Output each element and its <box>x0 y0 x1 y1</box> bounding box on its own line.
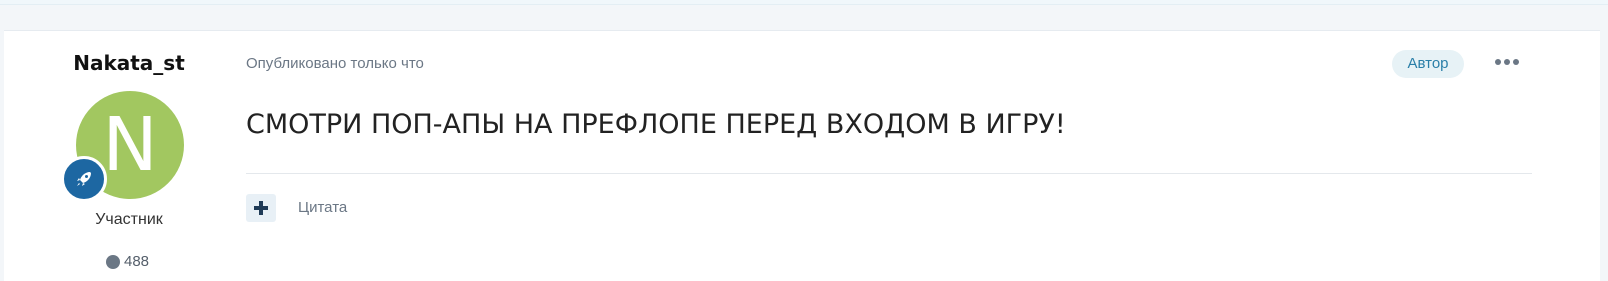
comment-icon <box>106 254 120 269</box>
divider <box>246 173 1532 174</box>
quote-button[interactable]: Цитата <box>298 199 347 216</box>
author-rank-title: Участник <box>95 211 163 228</box>
plus-icon <box>254 201 268 215</box>
post-count-value: 488 <box>124 253 150 270</box>
multiquote-button[interactable] <box>246 194 276 222</box>
post-date-link[interactable]: Опубликовано только что <box>246 55 424 72</box>
author-badge: Автор <box>1392 50 1464 78</box>
ellipsis-icon <box>1513 59 1519 65</box>
rocket-icon <box>77 172 91 186</box>
author-name-link[interactable]: Nakata_st <box>4 51 254 75</box>
author-panel: Nakata_st N Участник 488 <box>4 31 254 271</box>
previous-post-edge <box>0 0 1608 5</box>
more-options-button[interactable] <box>1492 49 1522 75</box>
rank-badge[interactable] <box>61 156 107 202</box>
post-content: СМОТРИ ПОП-АПЫ НА ПРЕФЛОПЕ ПЕРЕД ВХОДОМ … <box>246 109 1066 140</box>
post-count: 488 <box>106 253 149 270</box>
post-card: Nakata_st N Участник 488 Опубликовано то… <box>4 30 1600 281</box>
ellipsis-icon <box>1495 59 1501 65</box>
ellipsis-icon <box>1504 59 1510 65</box>
